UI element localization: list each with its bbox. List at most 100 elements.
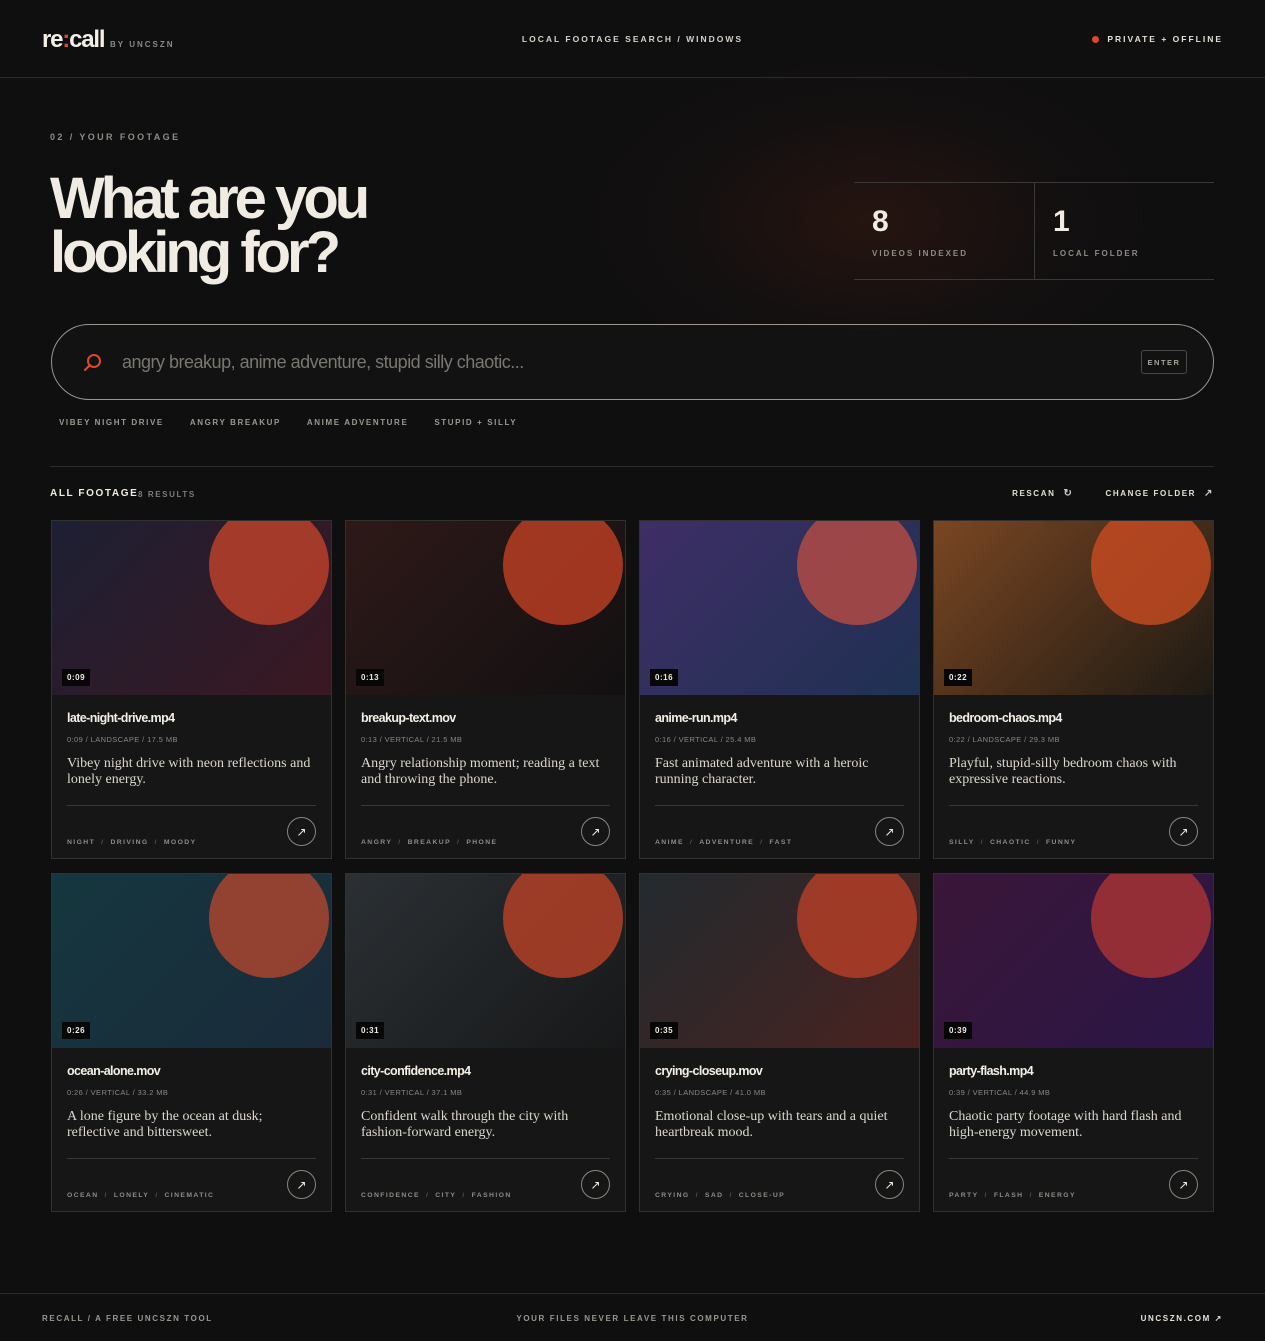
duration-badge: 0:31 — [356, 1022, 385, 1039]
video-thumbnail[interactable]: 0:35 — [640, 874, 919, 1048]
thumbnail-circle — [209, 521, 329, 625]
tag[interactable]: OCEAN — [67, 1192, 99, 1199]
video-thumbnail[interactable]: 0:31 — [346, 874, 625, 1048]
tag[interactable]: ADVENTURE — [699, 839, 754, 846]
footer: RECALL / A FREE UNCSZN TOOL YOUR FILES N… — [0, 1293, 1265, 1341]
tag-separator: / — [729, 1192, 733, 1199]
file-description: Angry relationship moment; reading a tex… — [361, 756, 600, 787]
open-video-button[interactable]: ↗ — [287, 817, 316, 846]
arrow-up-right-icon: ↗ — [1204, 488, 1214, 499]
video-thumbnail[interactable]: 0:22 — [934, 521, 1213, 695]
tag[interactable]: ANIME — [655, 839, 684, 846]
duration-badge: 0:16 — [650, 669, 679, 686]
card-divider — [67, 1158, 316, 1159]
tag[interactable]: SILLY — [949, 839, 975, 846]
tag[interactable]: BREAKUP — [408, 839, 451, 846]
nav-title: LOCAL FOOTAGE SEARCH / WINDOWS — [521, 34, 744, 44]
privacy-status: PRIVATE + OFFLINE — [1092, 34, 1223, 44]
tag[interactable]: ANGRY — [361, 839, 392, 846]
change-folder-button[interactable]: CHANGE FOLDER ↗ — [1105, 488, 1214, 499]
tag[interactable]: FAST — [769, 839, 792, 846]
tag-separator: / — [457, 839, 461, 846]
thumbnail-circle — [1091, 521, 1211, 625]
section-divider — [50, 466, 1214, 467]
duration-badge: 0:35 — [650, 1022, 679, 1039]
file-name: city-confidence.mp4 — [361, 1064, 471, 1078]
tag-list: ANIME / ADVENTURE / FAST — [655, 839, 792, 846]
file-meta: 0:13 / VERTICAL / 21.5 MB — [361, 735, 463, 744]
video-thumbnail[interactable]: 0:26 — [52, 874, 331, 1048]
tag[interactable]: PHONE — [466, 839, 497, 846]
open-video-button[interactable]: ↗ — [875, 1170, 904, 1199]
top-bar: re:call BY UNCSZN LOCAL FOOTAGE SEARCH /… — [0, 0, 1265, 78]
status-label: PRIVATE + OFFLINE — [1107, 34, 1223, 44]
file-name: late-night-drive.mp4 — [67, 711, 175, 725]
tag[interactable]: FASHION — [472, 1192, 512, 1199]
tag[interactable]: CRYING — [655, 1192, 690, 1199]
open-video-button[interactable]: ↗ — [1169, 1170, 1198, 1199]
search-input[interactable] — [122, 345, 1102, 379]
tag[interactable]: SAD — [705, 1192, 724, 1199]
card-divider — [655, 805, 904, 806]
duration-badge: 0:26 — [62, 1022, 91, 1039]
chip-stupid-silly[interactable]: STUPID + SILLY — [434, 418, 517, 427]
footage-card[interactable]: 0:26 ocean-alone.mov 0:26 / VERTICAL / 3… — [51, 873, 332, 1212]
results-count: 8 RESULTS — [138, 490, 196, 499]
tag[interactable]: DRIVING — [110, 839, 148, 846]
footage-card[interactable]: 0:09 late-night-drive.mp4 0:09 / LANDSCA… — [51, 520, 332, 859]
footage-card[interactable]: 0:22 bedroom-chaos.mp4 0:22 / LANDSCAPE … — [933, 520, 1214, 859]
rescan-button[interactable]: RESCAN ↻ — [1012, 488, 1073, 499]
tag[interactable]: ENERGY — [1039, 1192, 1076, 1199]
headline-line-2: looking for? — [50, 220, 341, 285]
tag[interactable]: NIGHT — [67, 839, 95, 846]
footage-card[interactable]: 0:13 breakup-text.mov 0:13 / VERTICAL / … — [345, 520, 626, 859]
tag[interactable]: LONELY — [114, 1192, 149, 1199]
duration-badge: 0:39 — [944, 1022, 973, 1039]
arrow-up-right-icon: ↗ — [590, 1177, 601, 1192]
tag[interactable]: CONFIDENCE — [361, 1192, 420, 1199]
enter-button[interactable]: ENTER — [1141, 350, 1187, 374]
tag[interactable]: PARTY — [949, 1192, 979, 1199]
chip-angry-breakup[interactable]: ANGRY BREAKUP — [190, 418, 281, 427]
open-video-button[interactable]: ↗ — [287, 1170, 316, 1199]
results-actions: RESCAN ↻ CHANGE FOLDER ↗ — [1012, 488, 1214, 499]
file-description: Chaotic party footage with hard flash an… — [949, 1109, 1182, 1140]
tag[interactable]: MOODY — [164, 839, 197, 846]
open-video-button[interactable]: ↗ — [581, 1170, 610, 1199]
open-video-button[interactable]: ↗ — [875, 817, 904, 846]
tag-separator: / — [1036, 839, 1040, 846]
tag-separator: / — [398, 839, 402, 846]
footage-card[interactable]: 0:31 city-confidence.mp4 0:31 / VERTICAL… — [345, 873, 626, 1212]
footage-card[interactable]: 0:39 party-flash.mp4 0:39 / VERTICAL / 4… — [933, 873, 1214, 1212]
chip-vibey-night-drive[interactable]: VIBEY NIGHT DRIVE — [59, 418, 164, 427]
open-video-button[interactable]: ↗ — [1169, 817, 1198, 846]
file-meta: 0:26 / VERTICAL / 33.2 MB — [67, 1088, 169, 1097]
card-divider — [361, 1158, 610, 1159]
search-icon — [83, 354, 101, 372]
video-thumbnail[interactable]: 0:13 — [346, 521, 625, 695]
footage-card[interactable]: 0:35 crying-closeup.mov 0:35 / LANDSCAPE… — [639, 873, 920, 1212]
video-thumbnail[interactable]: 0:09 — [52, 521, 331, 695]
tag[interactable]: CHAOTIC — [990, 839, 1031, 846]
tag[interactable]: CLOSE-UP — [739, 1192, 785, 1199]
file-description: Confident walk through the city with fas… — [361, 1109, 569, 1140]
footer-link[interactable]: UNCSZN.COM ↗ — [1141, 1314, 1223, 1323]
tag[interactable]: CITY — [435, 1192, 456, 1199]
footage-card[interactable]: 0:16 anime-run.mp4 0:16 / VERTICAL / 25.… — [639, 520, 920, 859]
tag[interactable]: FLASH — [994, 1192, 1024, 1199]
video-thumbnail[interactable]: 0:16 — [640, 521, 919, 695]
stats-panel: 8 VIDEOS INDEXED 1 LOCAL FOLDER — [854, 182, 1214, 280]
open-video-button[interactable]: ↗ — [581, 817, 610, 846]
search-bar[interactable]: ENTER — [51, 324, 1214, 400]
card-divider — [949, 805, 1198, 806]
tag-separator: / — [689, 839, 694, 846]
tag-separator: / — [425, 1192, 430, 1199]
tag[interactable]: CINEMATIC — [164, 1192, 214, 1199]
footer-privacy-note: YOUR FILES NEVER LEAVE THIS COMPUTER — [516, 1314, 749, 1323]
video-thumbnail[interactable]: 0:39 — [934, 874, 1213, 1048]
duration-badge: 0:09 — [62, 669, 91, 686]
chip-anime-adventure[interactable]: ANIME ADVENTURE — [307, 418, 408, 427]
thumbnail-circle — [1091, 874, 1211, 978]
tag[interactable]: FUNNY — [1046, 839, 1076, 846]
tag-separator: / — [760, 839, 764, 846]
